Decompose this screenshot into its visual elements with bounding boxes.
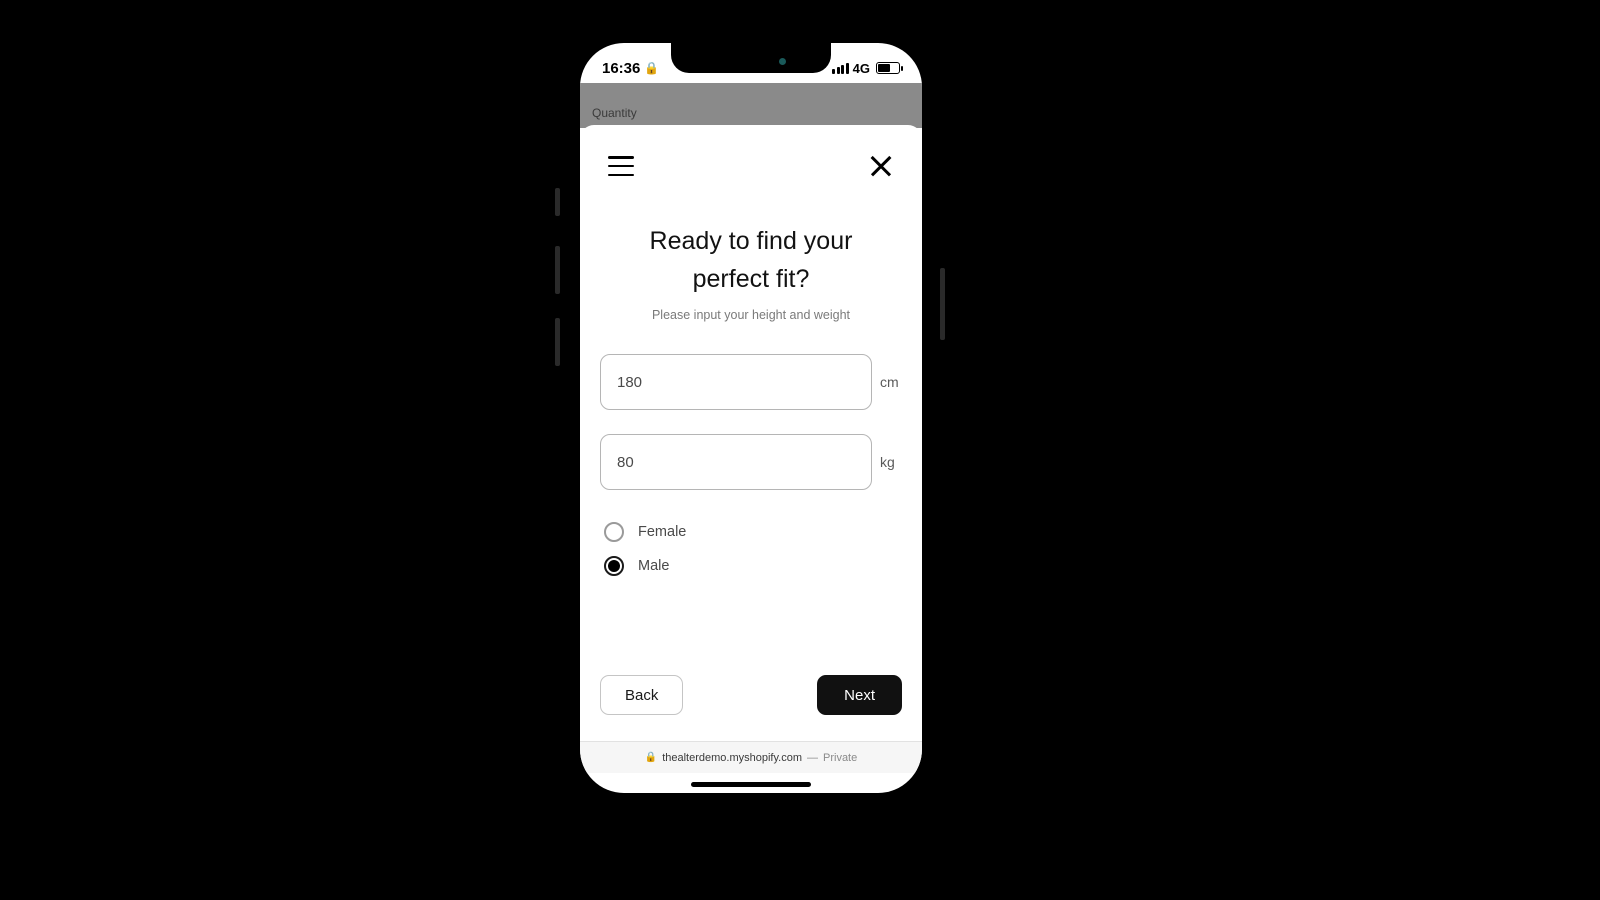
phone-frame: 16:36 🔒 4G Quantity Ready to <box>575 38 927 798</box>
phone-screen: 16:36 🔒 4G Quantity Ready to <box>580 43 922 793</box>
fit-modal: Ready to find your perfect fit? Please i… <box>580 125 922 741</box>
network-type: 4G <box>853 61 870 76</box>
radio-female[interactable]: Female <box>604 522 902 542</box>
signal-icon <box>832 63 849 74</box>
home-indicator[interactable] <box>691 782 811 787</box>
weight-row: kg <box>600 434 902 490</box>
notch <box>671 43 831 73</box>
url-mode: Private <box>823 752 857 764</box>
lock-icon: 🔒 <box>645 752 657 763</box>
weight-unit: kg <box>880 454 902 470</box>
browser-url-bar[interactable]: 🔒 thealterdemo.myshopify.com — Private <box>580 741 922 773</box>
quantity-label: Quantity <box>592 106 637 120</box>
close-icon[interactable] <box>868 153 894 179</box>
lock-orientation-icon: 🔒 <box>644 61 659 75</box>
radio-label: Female <box>638 524 686 540</box>
weight-input[interactable] <box>600 434 872 490</box>
modal-actions: Back Next <box>600 675 902 721</box>
radio-label: Male <box>638 558 669 574</box>
height-row: cm <box>600 354 902 410</box>
modal-header <box>600 153 902 179</box>
status-time: 16:36 <box>602 60 640 77</box>
radio-icon <box>604 522 624 542</box>
radio-icon <box>604 556 624 576</box>
background-page: Quantity <box>580 83 922 128</box>
back-button[interactable]: Back <box>600 675 683 715</box>
camera-indicator <box>779 58 786 65</box>
url-separator: — <box>807 752 818 764</box>
url-domain: thealterdemo.myshopify.com <box>662 752 802 764</box>
gender-radio-group: Female Male <box>600 522 902 590</box>
height-input[interactable] <box>600 354 872 410</box>
height-unit: cm <box>880 374 902 390</box>
next-button[interactable]: Next <box>817 675 902 715</box>
hamburger-icon[interactable] <box>608 156 634 176</box>
modal-subtitle: Please input your height and weight <box>600 308 902 322</box>
modal-title: Ready to find your perfect fit? <box>600 223 902 298</box>
radio-male[interactable]: Male <box>604 556 902 576</box>
battery-icon <box>876 62 900 74</box>
